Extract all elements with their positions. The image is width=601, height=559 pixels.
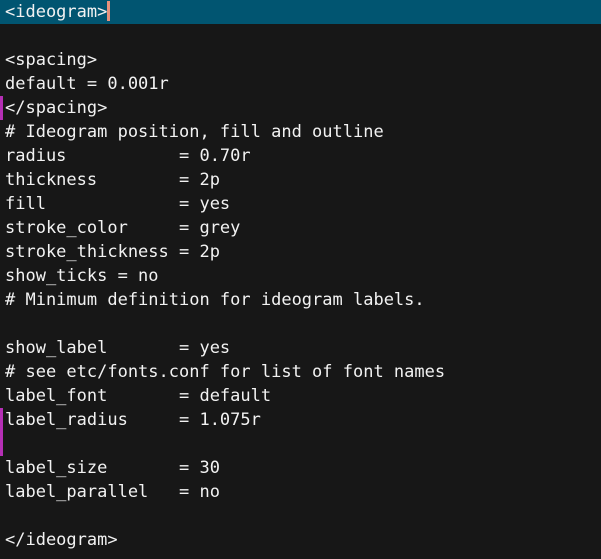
code-line[interactable]: show_label = yes	[0, 336, 601, 360]
code-line[interactable]: fill = yes	[0, 192, 601, 216]
change-marker-icon	[0, 432, 3, 456]
code-line[interactable]: stroke_color = grey	[0, 216, 601, 240]
code-line-text: # Minimum definition for ideogram labels…	[5, 290, 425, 310]
code-line[interactable]: # see etc/fonts.conf for list of font na…	[0, 360, 601, 384]
text-caret	[107, 1, 111, 21]
code-text-area[interactable]: <ideogram> <spacing> default = 0.001r </spa…	[0, 0, 601, 559]
code-line[interactable]: label_font = default	[0, 384, 601, 408]
code-line-text: label_radius = 1.075r	[5, 410, 261, 430]
code-line[interactable]: <spacing>	[0, 48, 601, 72]
code-line[interactable]	[0, 504, 601, 528]
code-line-text: show_label = yes	[5, 338, 231, 358]
code-line-text: <spacing>	[5, 50, 98, 70]
code-line-text: fill = yes	[5, 194, 231, 214]
code-line-text: radius = 0.70r	[5, 146, 251, 166]
code-line-text: # Ideogram position, fill and outline	[5, 122, 384, 142]
code-line[interactable]	[0, 312, 601, 336]
code-line-text: label_parallel = no	[5, 482, 220, 502]
code-line-text: stroke_color = grey	[5, 218, 241, 238]
code-line-text: label_size = 30	[5, 458, 220, 478]
code-line[interactable]: </ideogram>	[0, 528, 601, 552]
code-line[interactable]	[0, 432, 601, 456]
code-line-text: thickness = 2p	[5, 170, 220, 190]
code-line[interactable]: label_parallel = no	[0, 480, 601, 504]
code-line[interactable]: stroke_thickness = 2p	[0, 240, 601, 264]
code-line-text: <ideogram>	[5, 2, 108, 22]
code-line[interactable]: label_radius = 1.075r	[0, 408, 601, 432]
code-editor[interactable]: <ideogram> <spacing> default = 0.001r </spa…	[0, 0, 601, 559]
code-line-text: stroke_thickness = 2p	[5, 242, 220, 262]
code-line[interactable]: # Minimum definition for ideogram labels…	[0, 288, 601, 312]
code-line[interactable]: radius = 0.70r	[0, 144, 601, 168]
code-line-text: # see etc/fonts.conf for list of font na…	[5, 362, 446, 382]
code-line[interactable]: </spacing>	[0, 96, 601, 120]
code-line[interactable]: # Ideogram position, fill and outline	[0, 120, 601, 144]
code-line[interactable]	[0, 24, 601, 48]
code-line-text: label_font = default	[5, 386, 272, 406]
code-line-text: default = 0.001r	[5, 74, 169, 94]
code-line[interactable]: label_size = 30	[0, 456, 601, 480]
change-marker-icon	[0, 96, 3, 120]
code-line[interactable]: <ideogram>	[0, 0, 601, 24]
code-line-text: show_ticks = no	[5, 266, 159, 286]
code-line[interactable]: thickness = 2p	[0, 168, 601, 192]
code-line-text: </spacing>	[5, 98, 108, 118]
code-line[interactable]: show_ticks = no	[0, 264, 601, 288]
code-line[interactable]: default = 0.001r	[0, 72, 601, 96]
change-marker-icon	[0, 408, 3, 432]
code-line-text: </ideogram>	[5, 530, 118, 550]
